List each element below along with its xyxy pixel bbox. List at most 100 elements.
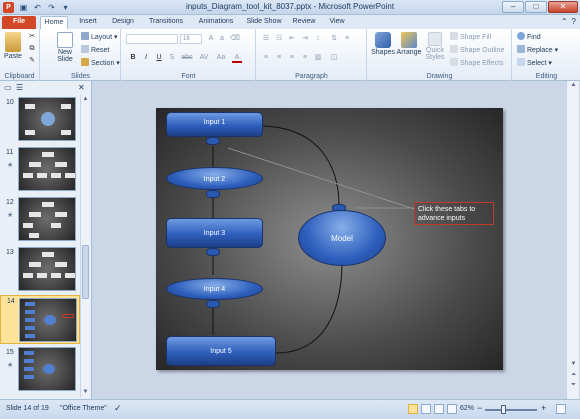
clear-formatting-icon[interactable]: ⌫ (230, 34, 240, 44)
tab-view[interactable]: View (324, 16, 350, 29)
shape-effects-button[interactable]: Shape Effects (450, 58, 503, 68)
numbering-icon[interactable]: ☷ (274, 34, 284, 44)
strikethrough-button[interactable]: abc (180, 53, 194, 63)
input-1-tab[interactable] (206, 137, 220, 145)
format-painter-icon[interactable]: ✎ (27, 56, 37, 66)
input-2-tab[interactable] (206, 190, 220, 198)
arrange-button[interactable]: Arrange (396, 32, 422, 56)
align-right-icon[interactable]: ≡ (287, 53, 297, 63)
input-5-node[interactable]: Input 5 (166, 336, 276, 366)
tab-review[interactable]: Review (290, 16, 318, 29)
close-button[interactable]: ✕ (548, 1, 578, 13)
scroll-down-icon[interactable]: ▼ (568, 360, 579, 369)
scroll-down-icon[interactable]: ▼ (81, 388, 90, 397)
justify-icon[interactable]: ≡ (300, 53, 310, 63)
tab-home[interactable]: Home (40, 16, 68, 29)
paste-icon (5, 32, 21, 52)
reset-button[interactable]: Reset (81, 45, 109, 55)
shrink-font-icon[interactable]: a (217, 34, 227, 44)
scroll-up-icon[interactable]: ▲ (568, 81, 579, 90)
canvas-scrollbar[interactable]: ▲ ▼ ⏶ ⏷ (566, 81, 579, 399)
callout-box[interactable]: Click these tabs to advance inputs (414, 202, 494, 225)
slide-preview (18, 347, 76, 391)
close-panel-icon[interactable]: ✕ (78, 83, 85, 93)
cut-icon[interactable]: ✂ (27, 32, 37, 42)
zoom-level[interactable]: 62% (460, 405, 474, 412)
slide-thumbnail-12[interactable]: 12 ★ (0, 197, 80, 243)
previous-slide-icon[interactable]: ⏶ (568, 371, 579, 380)
scroll-up-icon[interactable]: ▲ (81, 95, 90, 104)
paste-button[interactable]: Paste (2, 32, 24, 60)
slide-thumbnail-14[interactable]: 14 (0, 295, 80, 344)
new-slide-button[interactable]: New Slide (51, 32, 79, 63)
zoom-in-button[interactable]: + (541, 403, 546, 413)
help-icon[interactable]: ? (572, 17, 576, 26)
maximize-button[interactable]: □ (525, 1, 547, 13)
line-spacing-icon[interactable]: ↕ (313, 34, 323, 44)
section-button[interactable]: Section ▾ (81, 58, 120, 68)
select-button[interactable]: Select ▾ (517, 58, 552, 68)
replace-button[interactable]: Replace ▾ (517, 45, 558, 55)
input-2-node[interactable]: Input 2 (166, 167, 263, 190)
input-1-node[interactable]: Input 1 (166, 112, 263, 137)
zoom-slider-handle[interactable] (501, 405, 506, 414)
input-3-tab[interactable] (206, 248, 220, 256)
bullets-icon[interactable]: ☰ (261, 34, 271, 44)
italic-button[interactable]: I (141, 53, 151, 63)
minimize-button[interactable]: – (502, 1, 524, 13)
align-left-icon[interactable]: ≡ (261, 53, 271, 63)
tab-slide-show[interactable]: Slide Show (244, 16, 284, 29)
text-direction-icon[interactable]: ⇅ (329, 34, 339, 44)
input-4-node[interactable]: Input 4 (166, 278, 263, 300)
slide-thumbnail-15[interactable]: 15 ★ (0, 347, 80, 393)
font-size-combo[interactable]: 18 (180, 34, 202, 44)
zoom-out-button[interactable]: − (477, 403, 482, 413)
outline-tab-icon[interactable]: ☰ (16, 83, 23, 93)
slide-sorter-view-button[interactable] (421, 404, 431, 414)
input-4-tab[interactable] (206, 300, 220, 308)
shapes-button[interactable]: Shapes (370, 32, 396, 56)
tab-insert[interactable]: Insert (74, 16, 102, 29)
zoom-slider[interactable] (485, 409, 537, 411)
minimize-ribbon-icon[interactable]: ⌃ (561, 17, 568, 26)
normal-view-button[interactable] (408, 404, 418, 414)
shape-fill-button[interactable]: Shape Fill (450, 32, 491, 42)
slides-tab-icon[interactable]: ▭ (4, 83, 12, 93)
find-button[interactable]: Find (517, 32, 541, 42)
quick-styles-button[interactable]: Quick Styles (422, 32, 448, 61)
layout-button[interactable]: Layout ▾ (81, 32, 118, 42)
tab-file[interactable]: File (2, 16, 36, 29)
copy-icon[interactable]: ⧉ (27, 44, 37, 54)
fit-to-window-button[interactable] (556, 404, 566, 414)
slide-thumbnail-13[interactable]: 13 (0, 247, 80, 293)
bold-button[interactable]: B (128, 53, 138, 63)
smartart-icon[interactable]: ◫ (329, 53, 339, 63)
slide-thumbnail-10[interactable]: 10 (0, 97, 80, 143)
increase-indent-icon[interactable]: ⇥ (300, 34, 310, 44)
tab-design[interactable]: Design (108, 16, 138, 29)
align-center-icon[interactable]: ≡ (274, 53, 284, 63)
character-spacing-button[interactable]: AV (198, 53, 210, 63)
shape-outline-button[interactable]: Shape Outline (450, 45, 504, 55)
align-text-icon[interactable]: ≡ (342, 34, 352, 44)
slide-thumbnail-11[interactable]: 11 ★ (0, 147, 80, 193)
tab-transitions[interactable]: Transitions (144, 16, 188, 29)
slide-show-view-button[interactable] (447, 404, 457, 414)
font-color-button[interactable]: A (232, 53, 242, 63)
grow-font-icon[interactable]: A (206, 34, 216, 44)
decrease-indent-icon[interactable]: ⇤ (287, 34, 297, 44)
model-node[interactable]: Model (298, 210, 386, 266)
scroll-thumb[interactable] (82, 245, 89, 299)
next-slide-icon[interactable]: ⏷ (568, 381, 579, 390)
font-name-combo[interactable] (126, 34, 178, 44)
reading-view-button[interactable] (434, 404, 444, 414)
window-title: inputs_Diagram_tool_kit_8037.pptx - Micr… (185, 2, 395, 11)
spell-check-icon[interactable]: ✓ (114, 403, 122, 414)
shadow-button[interactable]: S (167, 53, 177, 63)
slides-panel-scrollbar[interactable]: ▲ ▼ (80, 95, 90, 397)
underline-button[interactable]: U (154, 53, 164, 63)
change-case-button[interactable]: Aa (215, 53, 227, 63)
tab-animations[interactable]: Animations (194, 16, 238, 29)
input-3-node[interactable]: Input 3 (166, 218, 263, 248)
columns-icon[interactable]: ▥ (313, 53, 323, 63)
